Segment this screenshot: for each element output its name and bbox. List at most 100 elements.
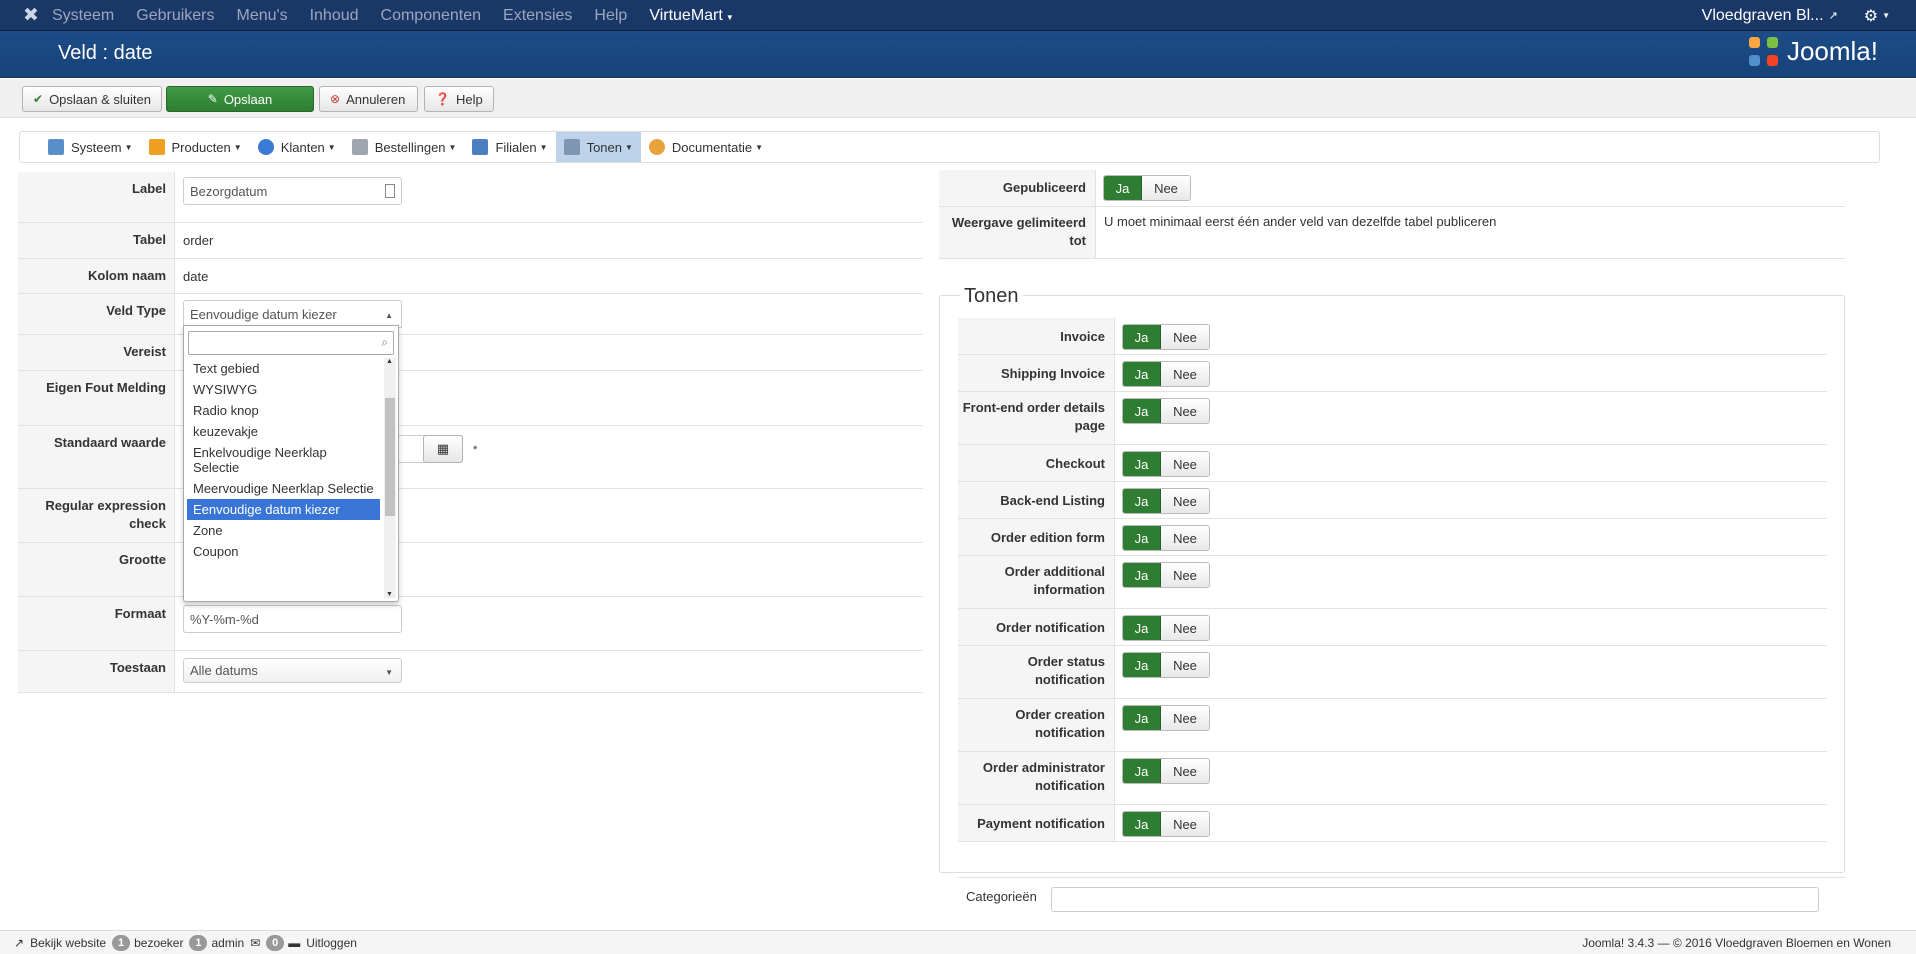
- vm-tab-systeem[interactable]: Systeem ▼: [40, 132, 141, 162]
- tonen-row: Payment notification Ja Nee: [958, 805, 1827, 842]
- tonen-toggle[interactable]: Ja Nee: [1122, 652, 1210, 678]
- toggle-ja[interactable]: Ja: [1104, 176, 1142, 200]
- vm-tab-producten[interactable]: Producten ▼: [141, 132, 250, 162]
- toggle-ja[interactable]: Ja: [1123, 563, 1161, 587]
- menu-gebruikers[interactable]: Gebruikers: [136, 7, 214, 25]
- menu-componenten[interactable]: Componenten: [381, 7, 482, 25]
- tonen-toggle[interactable]: Ja Nee: [1122, 562, 1210, 588]
- scrollbar-thumb[interactable]: [385, 398, 395, 516]
- option-enkelvoudige-neerklap[interactable]: Enkelvoudige Neerklap Selectie: [187, 442, 380, 478]
- toggle-nee[interactable]: Nee: [1142, 176, 1190, 200]
- title-bar: Veld : date Joomla!: [0, 31, 1916, 78]
- logout-link[interactable]: Uitloggen: [306, 936, 357, 950]
- toggle-ja[interactable]: Ja: [1123, 325, 1161, 349]
- tonen-toggle[interactable]: Ja Nee: [1122, 361, 1210, 387]
- option-wysiwyg[interactable]: WYSIWYG: [187, 379, 380, 400]
- menu-menus[interactable]: Menu's: [237, 7, 288, 25]
- help-button[interactable]: ❓ Help: [424, 86, 494, 112]
- toggle-nee[interactable]: Nee: [1161, 563, 1209, 587]
- site-name-link[interactable]: Vloedgraven Bl...: [1702, 7, 1824, 25]
- option-zone[interactable]: Zone: [187, 520, 380, 541]
- toggle-ja[interactable]: Ja: [1123, 653, 1161, 677]
- tonen-toggle[interactable]: Ja Nee: [1122, 758, 1210, 784]
- toggle-ja[interactable]: Ja: [1123, 616, 1161, 640]
- question-icon: ❓: [435, 92, 450, 106]
- veldtype-select[interactable]: Eenvoudige datum kiezer ▲: [183, 300, 402, 328]
- tonen-toggle[interactable]: Ja Nee: [1122, 615, 1210, 641]
- save-button[interactable]: ✎ Opslaan: [166, 86, 314, 112]
- option-text-gebied[interactable]: Text gebied: [187, 358, 380, 379]
- vm-tab-bestellingen[interactable]: Bestellingen ▼: [344, 132, 465, 162]
- toggle-ja[interactable]: Ja: [1123, 489, 1161, 513]
- toggle-nee[interactable]: Nee: [1161, 325, 1209, 349]
- toggle-nee[interactable]: Nee: [1161, 759, 1209, 783]
- toggle-nee[interactable]: Nee: [1161, 706, 1209, 730]
- label-input[interactable]: Bezorgdatum: [183, 177, 402, 205]
- dropdown-search-input[interactable]: ⌕: [188, 331, 394, 355]
- help-label: Help: [455, 91, 483, 107]
- view-site-link[interactable]: Bekijk website: [30, 936, 106, 950]
- toggle-ja[interactable]: Ja: [1123, 759, 1161, 783]
- toggle-ja[interactable]: Ja: [1123, 362, 1161, 386]
- row-weergave: Weergave gelimiteerd tot U moet minimaal…: [939, 207, 1845, 259]
- toggle-nee[interactable]: Nee: [1161, 452, 1209, 476]
- save-close-button[interactable]: ✔ Opslaan & sluiten: [22, 86, 162, 112]
- toggle-ja[interactable]: Ja: [1123, 526, 1161, 550]
- tonen-row: Order status notification Ja Nee: [958, 646, 1827, 699]
- tonen-label: Order status notification: [958, 646, 1115, 698]
- toggle-nee[interactable]: Nee: [1161, 362, 1209, 386]
- toggle-nee[interactable]: Nee: [1161, 489, 1209, 513]
- menu-virtuemart[interactable]: VirtueMart ▼: [649, 7, 733, 25]
- vm-tab-label: Filialen: [495, 139, 537, 155]
- scroll-down-icon[interactable]: ▼: [386, 591, 393, 598]
- tonen-toggle[interactable]: Ja Nee: [1122, 811, 1210, 837]
- joomla-logo-text: Joomla!: [1786, 36, 1878, 66]
- categorieen-input[interactable]: [1051, 887, 1819, 912]
- toggle-ja[interactable]: Ja: [1123, 399, 1161, 423]
- tonen-toggle[interactable]: Ja Nee: [1122, 525, 1210, 551]
- menu-extensies[interactable]: Extensies: [503, 7, 572, 25]
- option-meervoudige-neerklap[interactable]: Meervoudige Neerklap Selectie: [187, 478, 380, 499]
- menu-inhoud[interactable]: Inhoud: [310, 7, 359, 25]
- vm-tab-klanten[interactable]: Klanten ▼: [250, 132, 344, 162]
- toggle-nee[interactable]: Nee: [1161, 653, 1209, 677]
- tonen-toggle[interactable]: Ja Nee: [1122, 705, 1210, 731]
- row-tabel: Tabel order: [18, 223, 923, 259]
- gepubliceerd-toggle[interactable]: Ja Nee: [1103, 175, 1191, 201]
- tools-icon: [48, 139, 64, 155]
- option-radio-knop[interactable]: Radio knop: [187, 400, 380, 421]
- caret-down-icon[interactable]: ▼: [1882, 11, 1890, 20]
- tonen-toggle[interactable]: Ja Nee: [1122, 451, 1210, 477]
- joomla-menu-icon[interactable]: ✖: [20, 5, 42, 27]
- vm-tab-filialen[interactable]: Filialen ▼: [464, 132, 555, 162]
- formaat-input[interactable]: %Y-%m-%d: [183, 605, 402, 633]
- toggle-nee[interactable]: Nee: [1161, 616, 1209, 640]
- tonen-row: Order administrator notification Ja Nee: [958, 752, 1827, 805]
- toggle-ja[interactable]: Ja: [1123, 706, 1161, 730]
- menu-help[interactable]: Help: [594, 7, 627, 25]
- toggle-ja[interactable]: Ja: [1123, 812, 1161, 836]
- tabel-value: order: [183, 233, 214, 248]
- toggle-ja[interactable]: Ja: [1123, 452, 1161, 476]
- option-keuzevakje[interactable]: keuzevakje: [187, 421, 380, 442]
- menu-systeem[interactable]: Systeem: [52, 7, 114, 25]
- external-link-icon[interactable]: ↗: [1829, 9, 1838, 22]
- toggle-nee[interactable]: Nee: [1161, 399, 1209, 423]
- vm-tab-documentatie[interactable]: Documentatie ▼: [641, 132, 771, 162]
- tonen-toggle[interactable]: Ja Nee: [1122, 324, 1210, 350]
- scroll-up-icon[interactable]: ▲: [386, 358, 393, 365]
- vm-tab-tonen[interactable]: Tonen ▼: [555, 132, 641, 162]
- dropdown-scrollbar[interactable]: ▲ ▼: [384, 358, 396, 598]
- toestaan-select[interactable]: Alle datums ▼: [183, 658, 402, 683]
- gear-icon[interactable]: ⚙: [1864, 6, 1878, 26]
- calendar-button[interactable]: ▦: [423, 435, 463, 463]
- tonen-toggle[interactable]: Ja Nee: [1122, 488, 1210, 514]
- option-eenvoudige-datum-kiezer[interactable]: Eenvoudige datum kiezer: [187, 499, 380, 520]
- toggle-nee[interactable]: Nee: [1161, 526, 1209, 550]
- tonen-toggle[interactable]: Ja Nee: [1122, 398, 1210, 424]
- formaat-input-value: %Y-%m-%d: [190, 612, 259, 627]
- option-coupon[interactable]: Coupon: [187, 541, 380, 562]
- cancel-button[interactable]: ⊗ Annuleren: [319, 86, 418, 112]
- toggle-nee[interactable]: Nee: [1161, 812, 1209, 836]
- row-categorieen: Categorieën: [958, 877, 1846, 922]
